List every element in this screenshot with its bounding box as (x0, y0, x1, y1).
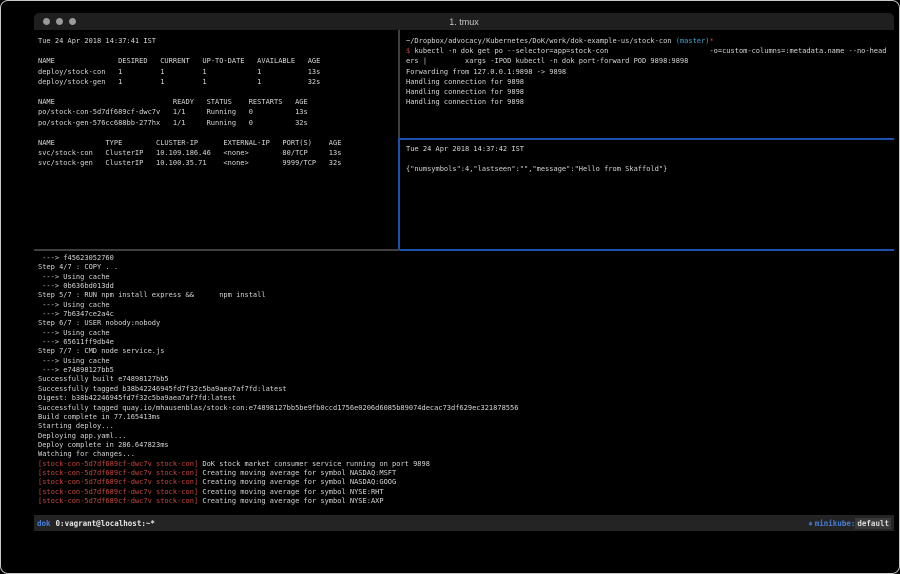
terminal-line (38, 87, 402, 97)
terminal-line: ~/Dropbox/advocacy/Kubernetes/DoK/work/d… (406, 36, 894, 46)
terminal-line: Successfully tagged b38b42246945fd7f32c5… (38, 385, 894, 394)
terminal-line: Watching for changes... (38, 450, 894, 459)
tmux-status-bar: dok 0:vagrant@localhost:~* ⎈ minikube: d… (34, 515, 894, 531)
session-name: dok (37, 519, 56, 528)
terminal-line: ---> 0b636bd013dd (38, 282, 894, 291)
terminal-line: NAME DESIRED CURRENT UP-TO-DATE AVAILABL… (38, 56, 402, 66)
terminal-line: Step 5/7 : RUN npm install express && np… (38, 291, 894, 300)
terminal-line: po/stock-con-5d7df689cf-dwc7v 1/1 Runnin… (38, 107, 402, 117)
terminal-line: deploy/stock-con 1 1 1 1 13s (38, 67, 402, 77)
terminal-line: Handling connection for 9898 (406, 87, 894, 97)
terminal-line: {"numsymbols":4,"lastseen":"","message":… (406, 164, 894, 174)
terminal-screen: 1. tmux Tue 24 Apr 2018 14:37:41 IST NAM… (0, 0, 900, 574)
terminal-line: NAME TYPE CLUSTER-IP EXTERNAL-IP PORT(S)… (38, 138, 402, 148)
terminal-line: [stock-con-5d7df689cf-dwc7v stock-con] D… (38, 460, 894, 469)
terminal-line: ---> Using cache (38, 301, 894, 310)
terminal-line: [stock-con-5d7df689cf-dwc7v stock-con] C… (38, 478, 894, 487)
terminal-line: ---> 65611ff9db4e (38, 338, 894, 347)
terminal-line: Forwarding from 127.0.0.1:9898 -> 9898 (406, 67, 894, 77)
terminal-line: [stock-con-5d7df689cf-dwc7v stock-con] C… (38, 497, 894, 506)
terminal-line: ers | xargs -IPOD kubectl -n dok port-fo… (406, 56, 894, 66)
terminal-line: $ kubectl -n dok get po --selector=app=s… (406, 46, 894, 56)
terminal-line: Deploying app.yaml... (38, 432, 894, 441)
pane-divider-horizontal-left[interactable] (34, 249, 400, 251)
terminal-line: Successfully tagged quay.io/mhausenblas/… (38, 404, 894, 413)
terminal-line: ---> Using cache (38, 329, 894, 338)
pane-divider-horizontal-bottom-active[interactable] (400, 249, 894, 251)
pane-watch-output[interactable]: Tue 24 Apr 2018 14:37:42 IST {"numsymbol… (401, 140, 894, 253)
terminal-line: svc/stock-con ClusterIP 10.109.186.46 <n… (38, 148, 402, 158)
pane-kubectl-resources[interactable]: Tue 24 Apr 2018 14:37:41 IST NAME DESIRE… (34, 30, 402, 255)
pane-port-forward[interactable]: ~/Dropbox/advocacy/Kubernetes/DoK/work/d… (401, 30, 894, 143)
terminal-line: [stock-con-5d7df689cf-dwc7v stock-con] C… (38, 469, 894, 478)
status-left: dok 0:vagrant@localhost:~* (34, 519, 155, 528)
terminal-line: Successfully built e74898127bb5 (38, 375, 894, 384)
terminal-line: ---> Using cache (38, 357, 894, 366)
terminal-line (38, 128, 402, 138)
window-tab-current[interactable]: 0:vagrant@localhost:~* (56, 519, 155, 528)
terminal-line: Step 4/7 : COPY . . (38, 263, 894, 272)
terminal-line: ---> 7b6347ce2a4c (38, 310, 894, 319)
terminal-line: po/stock-gen-576cc688bb-277hx 1/1 Runnin… (38, 118, 402, 128)
terminal-line: Starting deploy... (38, 422, 894, 431)
terminal-line: ---> e74898127bb5 (38, 366, 894, 375)
window-title: 1. tmux (34, 17, 894, 27)
pane-build-log[interactable]: ---> f45623052760Step 4/7 : COPY . . ---… (34, 251, 894, 515)
pane-divider-vertical-top[interactable] (398, 30, 400, 138)
status-right: ⎈ minikube: default (808, 518, 894, 529)
window-titlebar[interactable]: 1. tmux (34, 13, 894, 30)
terminal-line: Digest: b38b42246945fd7f32c5ba9aea7af7fd… (38, 394, 894, 403)
terminal-line: Tue 24 Apr 2018 14:37:41 IST (38, 36, 402, 46)
terminal-line (38, 46, 402, 56)
pane-divider-vertical-active[interactable] (398, 138, 400, 251)
kube-context: minikube: (815, 519, 856, 528)
terminal-line: svc/stock-gen ClusterIP 10.100.35.71 <no… (38, 158, 402, 168)
terminal-line: Tue 24 Apr 2018 14:37:42 IST (406, 144, 894, 154)
pane-divider-horizontal-right-active[interactable] (400, 138, 894, 140)
terminal-window: 1. tmux Tue 24 Apr 2018 14:37:41 IST NAM… (34, 13, 894, 531)
terminal-line: Handling connection for 9898 (406, 77, 894, 87)
terminal-line: ---> Using cache (38, 273, 894, 282)
terminal-line: Deploy complete in 286.647823ms (38, 441, 894, 450)
terminal-line: ---> f45623052760 (38, 254, 894, 263)
terminal-line: NAME READY STATUS RESTARTS AGE (38, 97, 402, 107)
terminal-line: deploy/stock-gen 1 1 1 1 32s (38, 77, 402, 87)
terminal-line: Step 6/7 : USER nobody:nobody (38, 319, 894, 328)
terminal-line: [stock-con-5d7df689cf-dwc7v stock-con] C… (38, 488, 894, 497)
terminal-line (406, 154, 894, 164)
terminal-line: Step 7/7 : CMD node service.js (38, 347, 894, 356)
terminal-line: Build complete in 77.165413ms (38, 413, 894, 422)
tmux-panes-area: Tue 24 Apr 2018 14:37:41 IST NAME DESIRE… (34, 30, 894, 515)
kube-namespace: default (855, 518, 891, 529)
terminal-line: Handling connection for 9898 (406, 97, 894, 107)
